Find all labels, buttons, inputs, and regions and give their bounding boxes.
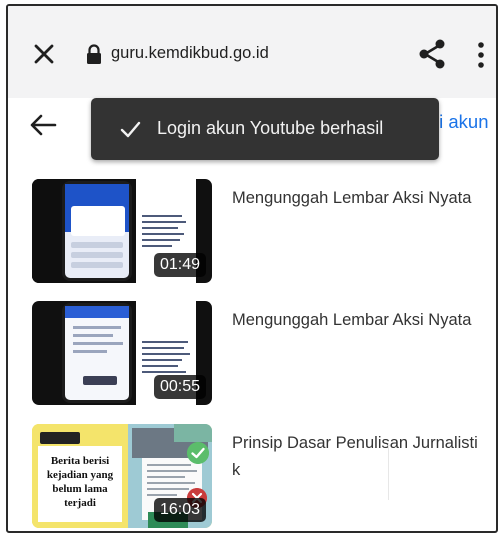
video-list-item[interactable]: 00:55 Mengunggah Lembar Aksi Nyata — [8, 301, 496, 411]
divider — [388, 444, 389, 500]
video-title[interactable]: Mengunggah Lembar Aksi Nyata — [232, 307, 482, 334]
url-text[interactable]: guru.kemdikbud.go.id — [111, 44, 269, 63]
share-icon[interactable] — [416, 37, 448, 71]
more-vert-icon[interactable] — [476, 40, 486, 70]
header-action-link[interactable]: ti akun — [434, 111, 489, 133]
toast-notification: Login akun Youtube berhasil — [91, 98, 439, 160]
thumb-teal-block — [174, 424, 212, 442]
check-circle-icon — [187, 442, 209, 464]
video-duration: 01:49 — [153, 253, 206, 277]
thumb-left-bg — [32, 179, 60, 283]
video-thumbnail[interactable]: 01:49 — [32, 179, 212, 283]
lock-icon — [87, 44, 101, 64]
thumb-phone-screen — [62, 303, 132, 403]
video-thumbnail[interactable]: 00:55 — [32, 301, 212, 405]
video-title[interactable]: Mengunggah Lembar Aksi Nyata — [232, 185, 482, 212]
thumb-phone-screen — [62, 181, 132, 281]
video-duration: 00:55 — [153, 375, 206, 399]
thumb-tag — [40, 432, 80, 444]
video-thumbnail[interactable]: Berita berisi kejadian yang belum lama t… — [32, 424, 212, 528]
video-list-item[interactable]: Berita berisi kejadian yang belum lama t… — [8, 424, 496, 531]
arrow-back-icon[interactable] — [28, 112, 58, 138]
toast-message: Login akun Youtube berhasil — [157, 118, 384, 138]
thumb-caption: Berita berisi kejadian yang belum lama t… — [46, 455, 114, 509]
phone-screen: guru.kemdikbud.go.id ti akun Login akun … — [6, 4, 498, 533]
close-icon[interactable] — [30, 40, 58, 68]
video-title[interactable]: Prinsip Dasar Penulisan Jurnalistik — [232, 430, 482, 484]
check-icon — [120, 121, 141, 138]
browser-toolbar: guru.kemdikbud.go.id — [8, 6, 496, 98]
video-duration: 16:03 — [153, 498, 206, 522]
video-list-item[interactable]: 01:49 Mengunggah Lembar Aksi Nyata — [8, 179, 496, 289]
